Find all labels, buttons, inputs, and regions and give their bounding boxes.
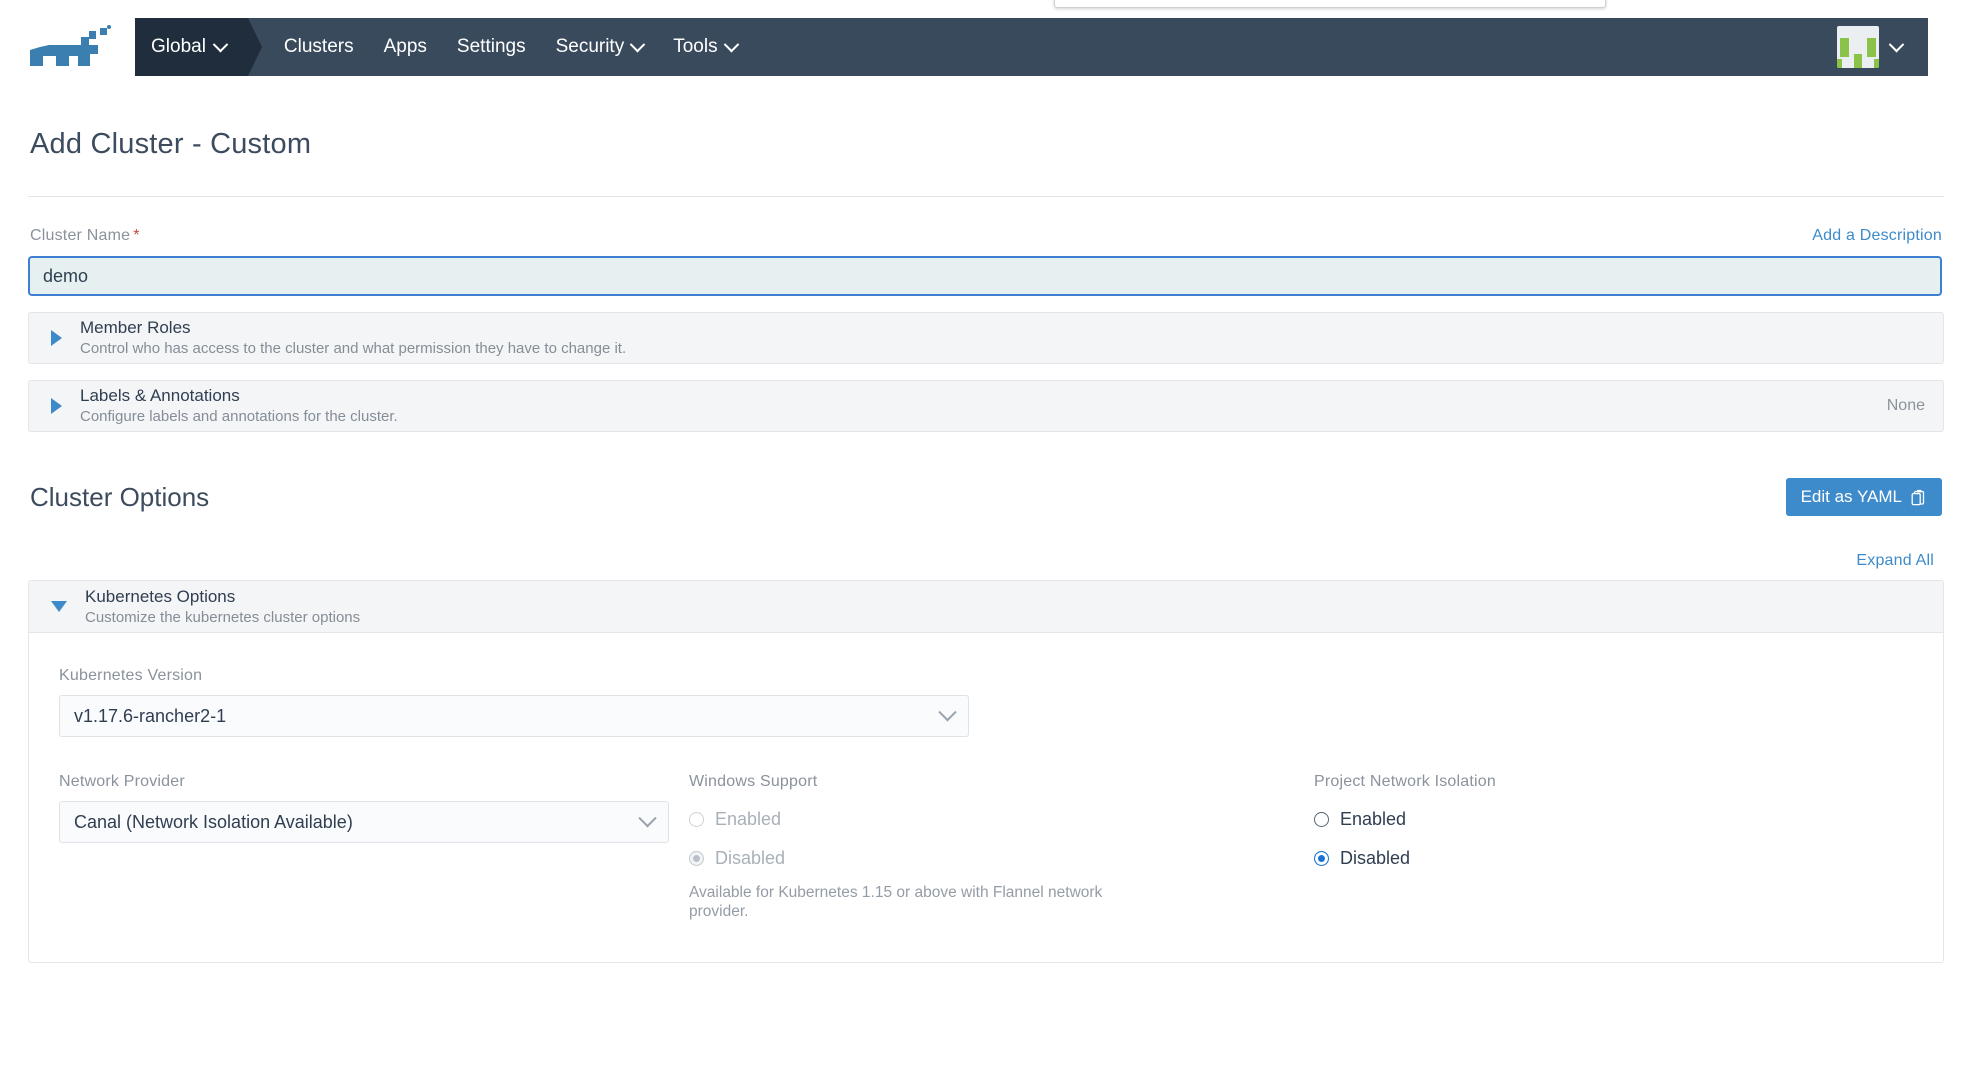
- divider: [28, 196, 1944, 197]
- radio-label: Enabled: [1340, 809, 1406, 830]
- kubernetes-version-value: v1.17.6-rancher2-1: [74, 706, 226, 727]
- expand-all-link[interactable]: Expand All: [1856, 552, 1934, 570]
- radio-label: Disabled: [1340, 848, 1410, 869]
- project-network-isolation-field: Project Network Isolation Enabled Disabl…: [1314, 773, 1934, 922]
- nav-scope-global[interactable]: Global: [135, 18, 248, 76]
- nav-item-clusters[interactable]: Clusters: [284, 36, 354, 58]
- project-network-isolation-label: Project Network Isolation: [1314, 773, 1934, 791]
- windows-support-radio-enabled: Enabled: [689, 809, 1314, 830]
- radio-icon-selected: [689, 851, 704, 866]
- chevron-down-icon: [638, 809, 656, 827]
- network-provider-field: Network Provider Canal (Network Isolatio…: [59, 773, 689, 922]
- nav-item-label: Settings: [457, 36, 526, 58]
- network-provider-value: Canal (Network Isolation Available): [74, 812, 353, 833]
- project-network-isolation-radio-enabled[interactable]: Enabled: [1314, 809, 1934, 830]
- cluster-name-input[interactable]: [28, 256, 1942, 296]
- kubernetes-version-select[interactable]: v1.17.6-rancher2-1: [59, 695, 969, 737]
- project-network-isolation-radio-disabled[interactable]: Disabled: [1314, 848, 1934, 869]
- nav-links: Clusters Apps Settings Security Tools: [248, 18, 1837, 76]
- nav-item-security[interactable]: Security: [556, 36, 644, 58]
- nav-item-label: Clusters: [284, 36, 354, 58]
- top-overlay-panel: [1054, 0, 1606, 8]
- chevron-down-icon: [213, 36, 229, 52]
- nav-item-label: Tools: [673, 36, 717, 58]
- accordion-title: Labels & Annotations: [80, 385, 1887, 406]
- page-title: Add Cluster - Custom: [30, 128, 1944, 161]
- accordion-subtitle: Control who has access to the cluster an…: [80, 339, 1925, 359]
- chevron-down-icon: [1889, 36, 1905, 52]
- kubernetes-options-body: Kubernetes Version v1.17.6-rancher2-1 Ne…: [29, 633, 1943, 962]
- cluster-options-title: Cluster Options: [30, 482, 209, 513]
- edit-as-yaml-label: Edit as YAML: [1801, 487, 1902, 507]
- edit-as-yaml-button[interactable]: Edit as YAML: [1786, 478, 1942, 516]
- cluster-name-label: Cluster Name: [30, 227, 130, 244]
- accordion-member-roles[interactable]: Member Roles Control who has access to t…: [28, 312, 1944, 364]
- options-columns: Network Provider Canal (Network Isolatio…: [59, 773, 1913, 922]
- chevron-down-icon: [51, 601, 67, 612]
- radio-icon-selected: [1314, 851, 1329, 866]
- kubernetes-options-header[interactable]: Kubernetes Options Customize the kuberne…: [29, 581, 1943, 633]
- required-marker: *: [133, 227, 139, 244]
- cluster-name-label-wrap: Cluster Name*: [30, 227, 139, 245]
- kubernetes-version-field: Kubernetes Version v1.17.6-rancher2-1: [59, 667, 1913, 737]
- accordion-title: Kubernetes Options: [85, 586, 1925, 607]
- nav-item-label: Apps: [384, 36, 427, 58]
- chevron-down-icon: [938, 703, 956, 721]
- rancher-logo[interactable]: [0, 18, 135, 76]
- add-description-link[interactable]: Add a Description: [1812, 227, 1942, 245]
- rancher-logo-icon: [26, 22, 112, 72]
- cluster-options-header: Cluster Options Edit as YAML: [28, 478, 1944, 516]
- windows-support-field: Windows Support Enabled Disabled Availab…: [689, 773, 1314, 922]
- cluster-name-row: Cluster Name* Add a Description: [28, 227, 1944, 245]
- accordion-text: Kubernetes Options Customize the kuberne…: [85, 586, 1925, 628]
- nav-item-label: Security: [556, 36, 625, 58]
- windows-support-radio-disabled: Disabled: [689, 848, 1314, 869]
- accordion-subtitle: Customize the kubernetes cluster options: [85, 608, 1925, 628]
- avatar: [1837, 26, 1879, 68]
- clipboard-icon: [1911, 489, 1927, 506]
- expand-all-row: Expand All: [28, 552, 1944, 570]
- network-provider-label: Network Provider: [59, 773, 689, 791]
- kubernetes-options-panel: Kubernetes Options Customize the kuberne…: [28, 580, 1944, 963]
- network-provider-select[interactable]: Canal (Network Isolation Available): [59, 801, 669, 843]
- windows-support-hint: Available for Kubernetes 1.15 or above w…: [689, 884, 1119, 922]
- top-navbar: Global Clusters Apps Settings Security T…: [0, 18, 1928, 76]
- nav-scope-label: Global: [151, 36, 206, 58]
- chevron-down-icon: [723, 36, 739, 52]
- accordion-text: Member Roles Control who has access to t…: [80, 317, 1925, 359]
- nav-user-menu[interactable]: [1837, 18, 1928, 76]
- chevron-down-icon: [630, 36, 646, 52]
- nav-item-apps[interactable]: Apps: [384, 36, 427, 58]
- radio-label: Enabled: [715, 809, 781, 830]
- accordion-labels-annotations[interactable]: Labels & Annotations Configure labels an…: [28, 380, 1944, 432]
- radio-icon: [1314, 812, 1329, 827]
- radio-label: Disabled: [715, 848, 785, 869]
- nav-item-settings[interactable]: Settings: [457, 36, 526, 58]
- accordion-subtitle: Configure labels and annotations for the…: [80, 407, 1887, 427]
- nav-item-tools[interactable]: Tools: [673, 36, 736, 58]
- kubernetes-version-label: Kubernetes Version: [59, 667, 1913, 685]
- accordion-aside: None: [1887, 397, 1925, 415]
- accordion-text: Labels & Annotations Configure labels an…: [80, 385, 1887, 427]
- chevron-right-icon: [51, 398, 62, 414]
- radio-icon: [689, 812, 704, 827]
- windows-support-label: Windows Support: [689, 773, 1314, 791]
- accordion-title: Member Roles: [80, 317, 1925, 338]
- page-content: Add Cluster - Custom Cluster Name* Add a…: [0, 76, 1972, 963]
- chevron-right-icon: [51, 330, 62, 346]
